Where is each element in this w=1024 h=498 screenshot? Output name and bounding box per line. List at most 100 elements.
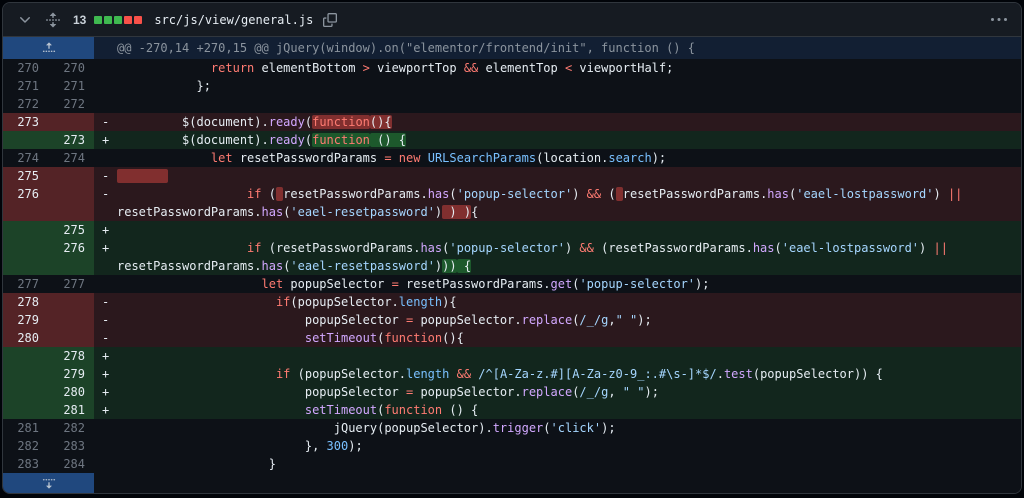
diff-row-context: 271 271 }; xyxy=(3,77,1021,95)
new-line-number[interactable]: 270 xyxy=(48,59,94,77)
copy-path-button[interactable] xyxy=(321,11,339,29)
diff-row-context: 274 274 let resetPasswordParams = new URL… xyxy=(3,149,1021,167)
new-line-number[interactable]: 283 xyxy=(48,437,94,455)
new-line-number[interactable]: 275 xyxy=(48,221,94,239)
diff-row-add: 273 + $(document).ready(function () { xyxy=(3,131,1021,149)
new-line-number[interactable]: 280 xyxy=(48,383,94,401)
collapse-file-button[interactable] xyxy=(15,10,35,30)
old-line-number[interactable]: 283 xyxy=(3,455,48,473)
new-line-number[interactable]: 279 xyxy=(48,365,94,383)
old-line-number[interactable]: 274 xyxy=(3,149,48,167)
diff-marker: + xyxy=(102,403,110,417)
diff-marker: + xyxy=(102,241,110,255)
code-cell: + $(document).ready(function () { xyxy=(94,131,1021,149)
new-line-number[interactable]: 277 xyxy=(48,275,94,293)
old-line-number[interactable]: 273 xyxy=(3,113,48,131)
new-line-number[interactable]: 281 xyxy=(48,401,94,419)
new-line-number[interactable]: 278 xyxy=(48,347,94,365)
new-line-number[interactable]: 284 xyxy=(48,455,94,473)
diff-marker: + xyxy=(102,367,110,381)
fold-down-icon xyxy=(42,479,55,489)
old-line-number[interactable]: 280 xyxy=(3,329,48,347)
code-content: if (popupSelector.length && /^[A-Za-z.#]… xyxy=(275,367,883,381)
old-line-number[interactable] xyxy=(3,239,48,275)
old-line-number[interactable] xyxy=(3,401,48,419)
code-content xyxy=(117,169,168,183)
file-path-link[interactable]: src/js/view/general.js xyxy=(154,13,313,27)
old-line-number[interactable]: 275 xyxy=(3,167,48,185)
old-line-number[interactable]: 276 xyxy=(3,185,48,221)
copy-icon xyxy=(323,12,338,27)
code-content: }; xyxy=(117,79,211,93)
code-cell: - if ( resetPasswordParams.has('popup-se… xyxy=(94,185,1021,221)
file-header: 13 src/js/view/general.js xyxy=(3,3,1021,37)
code-content: return elementBottom > viewportTop && el… xyxy=(210,61,674,75)
code-content: }, 300); xyxy=(117,439,363,453)
diff-marker: - xyxy=(102,169,110,183)
old-line-number[interactable]: 282 xyxy=(3,437,48,455)
chevron-down-icon xyxy=(20,16,30,23)
expand-up-button[interactable] xyxy=(3,37,94,59)
old-line-number[interactable] xyxy=(3,347,48,365)
new-line-number[interactable] xyxy=(48,293,94,311)
code-cell: + setTimeout(function () { xyxy=(94,401,1021,419)
code-content: if ( resetPasswordParams.has('popup-sele… xyxy=(117,187,963,219)
code-cell: }; xyxy=(94,77,1021,95)
code-cell: - xyxy=(94,167,1021,185)
diff-row-context: 283 284 } xyxy=(3,455,1021,473)
old-line-number[interactable]: 277 xyxy=(3,275,48,293)
old-line-number[interactable]: 281 xyxy=(3,419,48,437)
diff-marker: - xyxy=(102,295,110,309)
code-cell: + popupSelector = popupSelector.replace(… xyxy=(94,383,1021,401)
code-cell: let resetPasswordParams = new URLSearchP… xyxy=(94,149,1021,167)
code-content: popupSelector = popupSelector.replace(/_… xyxy=(117,313,652,327)
diff-marker: - xyxy=(102,187,110,201)
diff-row-del: 280 - setTimeout(function(){ xyxy=(3,329,1021,347)
bottom-spacer xyxy=(94,473,1021,493)
diff-row-context: 270 270 return elementBottom > viewportTo… xyxy=(3,59,1021,77)
new-line-number[interactable]: 271 xyxy=(48,77,94,95)
new-line-number[interactable] xyxy=(48,113,94,131)
old-line-number[interactable] xyxy=(3,221,48,239)
diffstat-deleted-block xyxy=(134,15,143,24)
new-line-number[interactable]: 272 xyxy=(48,95,94,113)
new-line-number[interactable] xyxy=(48,329,94,347)
old-line-number[interactable] xyxy=(3,383,48,401)
code-cell: }, 300); xyxy=(94,437,1021,455)
new-line-number[interactable]: 273 xyxy=(48,131,94,149)
kebab-horizontal-icon xyxy=(991,17,1007,21)
fold-up-icon xyxy=(42,42,55,52)
new-line-number[interactable] xyxy=(48,185,94,221)
expand-all-button[interactable] xyxy=(43,10,63,30)
new-line-number[interactable]: 274 xyxy=(48,149,94,167)
old-line-number[interactable] xyxy=(3,365,48,383)
new-line-number[interactable]: 276 xyxy=(48,239,94,275)
old-line-number[interactable]: 278 xyxy=(3,293,48,311)
diff-row-add: 278 + xyxy=(3,347,1021,365)
file-options-button[interactable] xyxy=(989,10,1009,30)
old-line-number[interactable] xyxy=(3,131,48,149)
diff-row-del: 276 - if ( resetPasswordParams.has('popup… xyxy=(3,185,1021,221)
code-cell: jQuery(popupSelector).trigger('click'); xyxy=(94,419,1021,437)
diff-lines: 270 270 return elementBottom > viewportTo… xyxy=(3,59,1021,473)
new-line-number[interactable] xyxy=(48,311,94,329)
new-line-number[interactable] xyxy=(48,167,94,185)
new-line-number[interactable]: 282 xyxy=(48,419,94,437)
code-cell: + xyxy=(94,347,1021,365)
old-line-number[interactable]: 279 xyxy=(3,311,48,329)
diff-marker: + xyxy=(102,223,110,237)
code-content: if (resetPasswordParams.has('popup-selec… xyxy=(117,241,948,273)
diff-row-del: 279 - popupSelector = popupSelector.repla… xyxy=(3,311,1021,329)
code-cell: return elementBottom > viewportTop && el… xyxy=(94,59,1021,77)
code-cell: - $(document).ready(function(){ xyxy=(94,113,1021,131)
diff-marker: + xyxy=(102,133,110,147)
diffstat-blocks xyxy=(94,15,143,24)
old-line-number[interactable]: 271 xyxy=(3,77,48,95)
diff-row-add: 275 + xyxy=(3,221,1021,239)
expand-down-button[interactable] xyxy=(3,473,94,493)
code-content: $(document).ready(function () { xyxy=(117,133,407,147)
diff-body: @@ -270,14 +270,15 @@ jQuery(window).on(… xyxy=(3,37,1021,493)
old-line-number[interactable]: 270 xyxy=(3,59,48,77)
old-line-number[interactable]: 272 xyxy=(3,95,48,113)
code-cell: } xyxy=(94,455,1021,473)
